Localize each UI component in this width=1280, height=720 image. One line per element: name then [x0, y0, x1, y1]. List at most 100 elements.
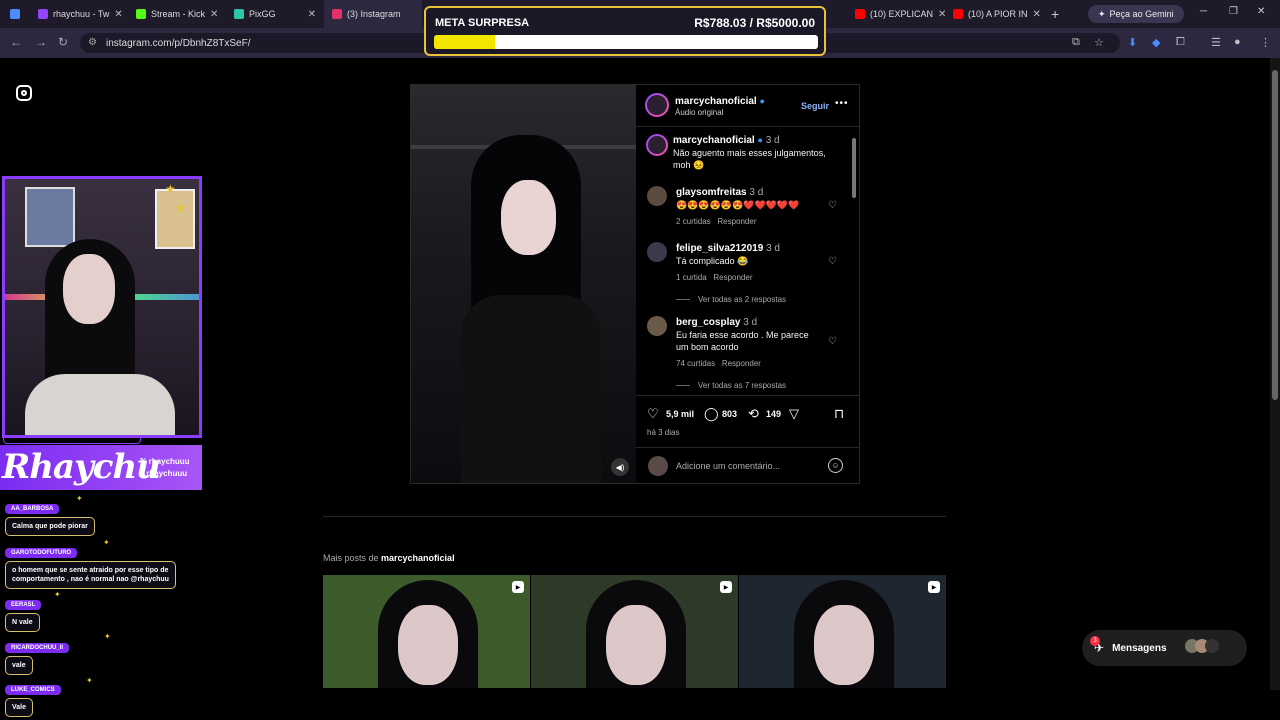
- comment-user[interactable]: berg_cosplay 3 d: [676, 317, 757, 328]
- author-username[interactable]: marcychanoficial ●: [675, 96, 765, 107]
- caption-avatar[interactable]: [646, 134, 668, 156]
- puzzle-icon[interactable]: ⧠: [1176, 36, 1185, 49]
- forward-icon[interactable]: →: [35, 35, 47, 49]
- browser-tab-twitch[interactable]: rhaychuu - Tw ✕: [30, 0, 128, 28]
- comment-likes[interactable]: 1 curtida: [676, 273, 707, 282]
- more-post-thumb[interactable]: ▶: [739, 575, 946, 688]
- browser-tab-0[interactable]: [0, 0, 30, 28]
- comment-meta: 74 curtidas Responder: [676, 359, 761, 368]
- goal-progress-bar: [434, 35, 818, 49]
- messages-button[interactable]: ✈ 3 Mensagens: [1082, 630, 1247, 666]
- comments-list: marcychanoficial ● 3 d Não aguento mais …: [636, 128, 859, 393]
- goal-title: META SURPRESA: [435, 17, 530, 29]
- install-icon[interactable]: ⧉: [1072, 36, 1080, 49]
- tab-search-icon[interactable]: ☰: [1211, 36, 1221, 49]
- audio-label[interactable]: Áudio original: [675, 108, 723, 117]
- reload-icon[interactable]: ↻: [58, 35, 68, 49]
- comment-avatar[interactable]: [647, 186, 667, 206]
- sparkle-icon: ✦: [86, 676, 93, 685]
- chat-username: LUKE_COMICS: [5, 685, 61, 695]
- profile-avatar[interactable]: ●: [1234, 36, 1241, 48]
- extension-icon[interactable]: ◆: [1152, 36, 1160, 49]
- comment-like-heart-icon[interactable]: ♡: [828, 200, 837, 211]
- comment-icon[interactable]: ◯: [704, 406, 719, 422]
- brand-logo-text: Rhaychu: [2, 447, 161, 487]
- comment-user[interactable]: felipe_silva212019 3 d: [676, 243, 780, 254]
- more-posts-author[interactable]: marcychanoficial: [381, 553, 455, 563]
- more-post-thumb[interactable]: ▶: [531, 575, 738, 688]
- emoji-icon[interactable]: ☺: [828, 458, 843, 473]
- tab-label: (10) A PIOR IN: [968, 9, 1028, 19]
- more-post-thumb[interactable]: ▶: [323, 575, 530, 688]
- download-icon[interactable]: ⬇: [1128, 36, 1137, 49]
- chat-username: RICARDOCHUU_II: [5, 643, 70, 653]
- chat-username: AA_BARBOSA: [5, 504, 60, 514]
- brand-social-x: 𝕏 rhaychuuu: [140, 457, 190, 466]
- volume-icon[interactable]: ◀): [611, 458, 629, 476]
- back-icon[interactable]: ←: [10, 35, 22, 49]
- add-comment-input[interactable]: Adicione um comentário...: [676, 461, 780, 471]
- instagram-icon: [332, 9, 342, 19]
- minimize-icon[interactable]: ─: [1200, 6, 1207, 17]
- view-replies-button[interactable]: Ver todas as 2 respostas: [676, 295, 786, 304]
- browser-tab-pixgg[interactable]: PixGG ✕: [226, 0, 324, 28]
- browser-tab-youtube-2[interactable]: (10) A PIOR IN ✕: [945, 0, 1043, 28]
- close-icon[interactable]: ✕: [114, 9, 122, 20]
- chat-text: Vale: [5, 698, 34, 717]
- pixgg-icon: [234, 9, 244, 19]
- repost-icon[interactable]: ⟲: [748, 406, 759, 422]
- comments-scrollbar-thumb[interactable]: [852, 138, 856, 198]
- close-icon[interactable]: ✕: [210, 9, 218, 20]
- comment-avatar[interactable]: [647, 316, 667, 336]
- add-comment-bar[interactable]: Adicione um comentário... ☺: [636, 447, 859, 483]
- close-icon[interactable]: ✕: [308, 9, 316, 20]
- scrollbar-thumb[interactable]: [1272, 70, 1278, 400]
- post-date: há 3 dias: [647, 428, 680, 437]
- more-options-icon[interactable]: •••: [835, 98, 849, 109]
- close-icon[interactable]: ✕: [1033, 9, 1041, 20]
- browser-tab-kick[interactable]: Stream - Kick ✕: [128, 0, 226, 28]
- chat-username: GAROTODOFUTURO: [5, 548, 78, 558]
- comments-scrollbar[interactable]: [851, 128, 857, 393]
- gemini-button[interactable]: ✦ Peça ao Gemini: [1088, 5, 1184, 23]
- author-avatar[interactable]: [645, 93, 669, 117]
- messages-badge: 3: [1090, 636, 1100, 646]
- reel-icon: ▶: [512, 581, 524, 593]
- bookmark-star-icon[interactable]: ☆: [1094, 36, 1104, 49]
- close-icon[interactable]: ✕: [938, 9, 945, 20]
- page-scrollbar[interactable]: [1270, 58, 1280, 690]
- reply-button[interactable]: Responder: [722, 359, 761, 368]
- comment-like-heart-icon[interactable]: ♡: [828, 336, 837, 347]
- post-video[interactable]: ◀): [411, 85, 636, 483]
- goal-amount: R$788.03 / R$5000.00: [694, 16, 815, 30]
- comments-count: 803: [722, 409, 738, 419]
- comment-avatar[interactable]: [647, 242, 667, 262]
- bookmark-icon[interactable]: ⊓: [834, 406, 844, 422]
- chat-message: LUKE_COMICS Vale: [5, 678, 61, 717]
- browser-tab-instagram[interactable]: (3) Instagram: [324, 0, 422, 28]
- sparkle-icon: ✦: [76, 494, 83, 503]
- likes-count[interactable]: 5,9 mil: [666, 409, 694, 419]
- star-icon: ★: [175, 201, 186, 215]
- comment-likes[interactable]: 2 curtidas: [676, 217, 711, 226]
- heart-icon[interactable]: ♡: [647, 406, 659, 422]
- new-tab-button[interactable]: +: [1043, 6, 1067, 22]
- comment-likes[interactable]: 74 curtidas: [676, 359, 715, 368]
- comment-user[interactable]: glaysomfreitas 3 d: [676, 187, 763, 198]
- maximize-icon[interactable]: ❐: [1229, 6, 1238, 17]
- comment-like-heart-icon[interactable]: ♡: [828, 256, 837, 267]
- reply-button[interactable]: Responder: [717, 217, 756, 226]
- follow-button[interactable]: Seguir: [801, 101, 829, 111]
- wall-poster: [25, 187, 75, 247]
- browser-tab-youtube-1[interactable]: (10) EXPLICAN ✕: [847, 0, 945, 28]
- view-replies-button[interactable]: Ver todas as 7 respostas: [676, 381, 786, 390]
- verified-icon: ●: [757, 135, 763, 145]
- share-icon[interactable]: ▽: [789, 406, 799, 422]
- caption-author[interactable]: marcychanoficial ● 3 d: [673, 135, 780, 146]
- caption-text: Não aguento mais esses julgamentos, moh …: [673, 148, 826, 170]
- site-info-icon[interactable]: ⚙: [88, 37, 97, 48]
- menu-icon[interactable]: ⋮: [1260, 36, 1271, 49]
- instagram-icon[interactable]: [16, 85, 32, 101]
- reply-button[interactable]: Responder: [713, 273, 752, 282]
- close-window-icon[interactable]: ✕: [1257, 6, 1265, 17]
